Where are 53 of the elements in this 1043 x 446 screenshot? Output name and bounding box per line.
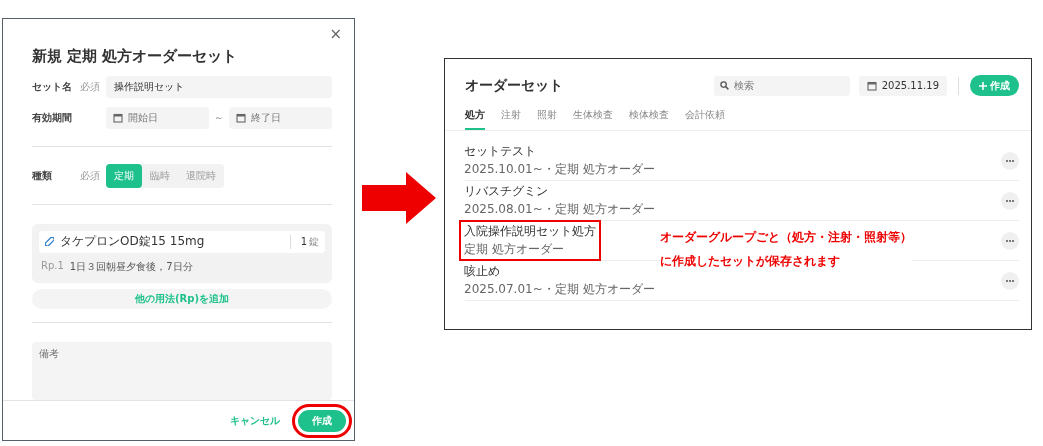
add-rp-button[interactable]: 他の用法(Rp)を追加 [32,288,332,310]
search-icon [719,80,729,90]
more-button[interactable] [1001,231,1019,250]
start-date-field[interactable]: 開始日 [106,106,209,129]
quantity-unit: 錠 [309,234,319,249]
order-set-item[interactable]: 咳止め 2025.07.01~・定期 処方オーダー [459,260,660,301]
more-button[interactable] [1001,151,1019,170]
quantity: 1 [300,235,307,247]
annotation-text: に作成したセットが保存されます [660,253,841,270]
field-label: セット名 [32,80,73,95]
order-set-item[interactable]: リバスチグミン 2025.08.01~・定期 処方オーダー [459,180,660,221]
plus-icon [979,81,987,90]
type-option[interactable]: 定期 [106,163,142,188]
calendar-icon [236,112,246,123]
required-label: 必須 [80,80,101,95]
field-label: 有効期間 [32,110,73,125]
rp-number: Rp.1 [41,259,64,273]
more-icon [1006,239,1014,242]
tab[interactable]: 生体検査 [573,108,613,130]
required-label: 必須 [80,168,101,183]
search-field[interactable]: 検索 [713,75,850,96]
more-icon [1006,159,1014,162]
usage-text: 1日３回朝昼夕食後，7日分 [69,259,193,274]
tab[interactable]: 照射 [537,108,557,130]
type-option[interactable]: 退院時 [178,163,224,188]
range-separator: ～ [214,110,224,125]
tab[interactable]: 処方 [465,108,485,130]
tab[interactable]: 注射 [501,108,521,130]
cancel-button[interactable]: キャンセル [224,412,286,429]
order-set-item[interactable]: 入院操作説明セット処方 定期 処方オーダー [459,220,601,261]
dialog-title: 新規 定期 処方オーダーセット [32,47,239,66]
tab[interactable]: 会計依頼 [685,108,725,130]
tab[interactable]: 検体検査 [629,108,669,130]
close-button[interactable]: × [329,25,342,43]
more-icon [1006,279,1014,282]
more-button[interactable] [1001,191,1019,210]
calendar-icon [866,80,877,91]
order-set-item[interactable]: セットテスト 2025.10.01~・定期 処方オーダー [459,140,660,181]
page-title: オーダーセット [465,76,564,95]
date-picker[interactable]: 2025.11.19 [858,75,947,96]
type-option[interactable]: 臨時 [142,163,178,188]
annotation-text: オーダーグループごと（処方・注射・照射等） [660,229,912,246]
drug-name: タケプロンOD錠15 15mg [60,233,206,251]
more-icon [1006,199,1014,202]
arrow-icon [362,172,436,224]
end-date-field[interactable]: 終了日 [229,106,332,129]
field-label: 種類 [32,168,53,183]
more-button[interactable] [1001,271,1019,290]
set-name-field[interactable]: 操作説明セット [106,76,332,99]
note-field[interactable]: 備考 [32,342,332,400]
calendar-icon [113,112,123,123]
create-button[interactable]: 作成 [970,75,1019,96]
capsule-icon [45,237,54,247]
